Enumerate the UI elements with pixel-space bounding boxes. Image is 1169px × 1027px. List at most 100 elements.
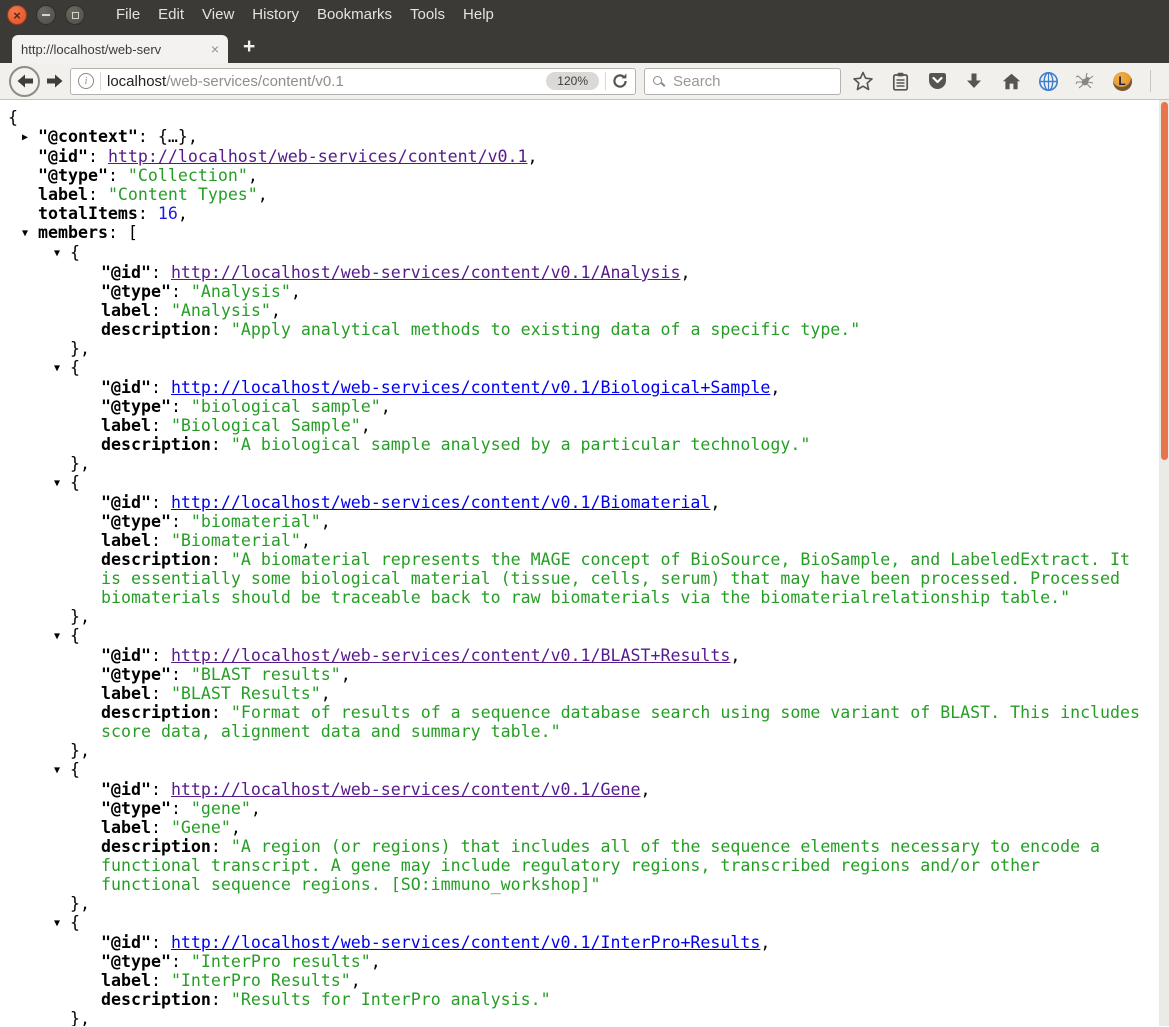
search-input[interactable] [671,71,832,91]
menu-help[interactable]: Help [454,0,503,30]
menu-file[interactable]: File [107,0,149,30]
json-link[interactable]: http://localhost/web-services/content/v0… [171,646,730,665]
home-button[interactable] [1000,69,1022,93]
clipboard-icon [892,72,908,91]
collapse-toggle-icon[interactable]: ▼ [54,761,70,780]
window-maximize-button[interactable] [65,5,85,25]
json-row: }, [8,741,1145,760]
json-link[interactable]: http://localhost/web-services/content/v0… [171,780,641,799]
collapse-toggle-icon[interactable]: ▶ [22,128,38,147]
scrollbar-thumb[interactable] [1161,102,1168,460]
json-row: "@type": "InterPro results", [8,952,1145,971]
navigation-toolbar: i localhost/web-services/content/v0.1 12… [0,63,1169,100]
json-string: "Biological Sample" [170,416,361,435]
window-close-button[interactable]: × [7,5,27,25]
json-punct: }, [70,1009,90,1026]
menu-view[interactable]: View [193,0,243,30]
spider-icon [1075,72,1094,89]
menu-tools[interactable]: Tools [401,0,454,30]
json-punct: , [730,646,741,665]
json-row: }, [8,454,1145,473]
json-row: totalItems: 16, [8,204,1145,223]
pocket-icon [928,73,946,89]
zoom-level-badge[interactable]: 120% [546,72,599,90]
json-punct: , [177,204,188,223]
json-row: label: "Gene", [8,818,1145,837]
json-key: "@id" [101,933,151,952]
extension-lastpass-button[interactable]: L [1111,69,1133,93]
collapse-toggle-icon[interactable]: ▼ [54,359,70,378]
collapse-toggle-icon[interactable]: ▼ [54,627,70,646]
json-key: description [101,435,211,454]
search-bar[interactable] [644,67,841,95]
collapse-toggle-icon[interactable]: ▼ [22,224,38,243]
json-punct: , [230,818,241,837]
json-row: description: "A biomaterial represents t… [8,550,1145,607]
active-tab[interactable]: http://localhost/web-serv × [12,35,228,63]
bookmark-star-button[interactable] [852,69,874,93]
extension-globe-button[interactable] [1037,69,1059,93]
divider [605,72,606,90]
json-punct: , [320,512,331,531]
reload-button[interactable] [612,73,628,89]
search-icon [653,75,666,87]
menu-history[interactable]: History [243,0,308,30]
json-row: ▼{ [8,243,1145,263]
url-bar[interactable]: i localhost/web-services/content/v0.1 12… [70,67,636,95]
json-row: "@type": "biological sample", [8,397,1145,416]
reload-icon [613,73,627,88]
json-punct: : [170,397,191,416]
json-punct: : [170,512,191,531]
json-punct: , [770,378,781,397]
json-punct: , [320,684,331,703]
tab-close-icon[interactable]: × [211,42,219,56]
json-punct: , [250,799,261,818]
json-string: "Content Types" [107,185,258,204]
menu-edit[interactable]: Edit [149,0,193,30]
page-content: {▶ "@context": {…}, "@id": http://localhos… [0,100,1169,1026]
json-punct: , [527,147,538,166]
json-link[interactable]: http://localhost/web-services/content/v0… [171,378,770,397]
collapse-toggle-icon[interactable]: ▼ [54,914,70,933]
json-punct: , [370,952,381,971]
json-row: "@id": http://localhost/web-services/con… [8,263,1145,282]
back-button[interactable] [9,65,40,97]
json-row: "@id": http://localhost/web-services/con… [8,493,1145,512]
json-row: label: "Biomaterial", [8,531,1145,550]
json-string: "Collection" [127,166,248,185]
json-string: "A region (or regions) that includes all… [101,837,1111,894]
json-link[interactable]: http://localhost/web-services/content/v0… [171,933,760,952]
json-key: "@type" [101,282,171,301]
divider [100,72,101,90]
forward-button[interactable] [42,66,68,97]
pocket-button[interactable] [926,69,948,93]
json-string: "InterPro Results" [170,971,351,990]
json-row: ▼ members: [ [8,223,1145,243]
json-string: "Biomaterial" [170,531,301,550]
scrollbar[interactable] [1159,100,1169,1026]
json-key: "@type" [101,512,171,531]
json-link[interactable]: http://localhost/web-services/content/v0… [108,147,528,166]
json-link[interactable]: http://localhost/web-services/content/v0… [171,493,710,512]
json-key: "@type" [101,665,171,684]
json-row: }, [8,339,1145,358]
json-row: ▼{ [8,626,1145,646]
bookmarks-menu-button[interactable] [889,69,911,93]
new-tab-button[interactable]: + [243,33,255,61]
collapse-toggle-icon[interactable]: ▼ [54,474,70,493]
json-punct: , [640,780,651,799]
json-punct: { [70,358,80,377]
json-punct: { [70,913,80,932]
json-punct: , [290,282,301,301]
site-info-icon[interactable]: i [78,73,94,89]
collapse-toggle-icon[interactable]: ▼ [54,244,70,263]
json-punct: : [150,933,171,952]
window-minimize-button[interactable] [36,5,56,25]
menu-bookmarks[interactable]: Bookmarks [308,0,401,30]
json-row: }, [8,894,1145,913]
downloads-button[interactable] [963,69,985,93]
json-key: "@context" [38,127,138,146]
extension-spider-button[interactable] [1074,69,1096,93]
json-link[interactable]: http://localhost/web-services/content/v0… [171,263,681,282]
json-string: "Apply analytical methods to existing da… [230,320,861,339]
